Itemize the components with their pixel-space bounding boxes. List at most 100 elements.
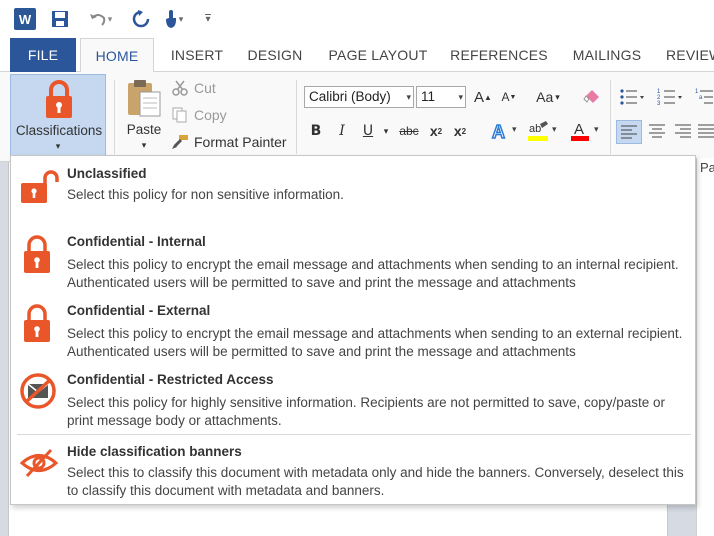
ribbon-separator [296, 80, 297, 154]
touch-mode-icon[interactable]: ▾ [158, 8, 188, 30]
paste-button[interactable]: Paste ▾ [122, 76, 166, 156]
change-case-button[interactable]: Aa ▾ [530, 86, 566, 108]
menu-item-title: Hide classification banners [67, 444, 242, 459]
italic-button[interactable]: I [332, 120, 352, 142]
tab-review[interactable]: REVIEW [666, 38, 714, 72]
menu-item-description: Select this policy to encrypt the email … [67, 257, 679, 290]
svg-text:3: 3 [657, 101, 661, 106]
shrink-font-label: A [501, 90, 510, 104]
locked-padlock-icon [23, 234, 51, 281]
change-case-label: Aa [536, 89, 554, 105]
ribbon-separator [610, 80, 611, 154]
cut-label: Cut [194, 80, 216, 96]
menu-item-description: Select this to classify this document wi… [67, 465, 684, 498]
font-color-dropdown-icon[interactable]: ▾ [594, 124, 599, 135]
multilevel-list-icon[interactable]: 1a [694, 86, 714, 108]
strikethrough-button[interactable]: abc [396, 120, 422, 142]
svg-text:A: A [492, 122, 505, 141]
tab-insert[interactable]: INSERT [162, 38, 232, 72]
grow-font-button[interactable]: A ▲ [472, 86, 494, 108]
menu-item-title: Confidential - External [67, 303, 211, 318]
menu-item-description: Select this policy to encrypt the email … [67, 326, 683, 359]
text-effects-icon[interactable]: A [488, 120, 512, 142]
svg-text:A: A [574, 121, 584, 138]
paste-label: Paste [126, 122, 162, 137]
menu-item-title: Unclassified [67, 166, 147, 181]
font-size-dropdown-icon[interactable]: ▾ [458, 87, 463, 107]
menu-item-title: Confidential - Restricted Access [67, 372, 274, 387]
tab-home[interactable]: HOME [80, 38, 154, 73]
tab-design[interactable]: DESIGN [240, 38, 310, 72]
clear-formatting-icon[interactable] [580, 86, 604, 108]
customize-toolbar-icon[interactable]: ▾ [200, 8, 216, 30]
numbering-icon[interactable]: 123 [656, 86, 684, 108]
shrink-font-button[interactable]: A ▼ [498, 86, 520, 108]
redo-icon[interactable] [130, 8, 152, 30]
cut-button[interactable]: Cut [170, 76, 216, 100]
svg-text:ab: ab [529, 123, 541, 135]
classifications-menu: Unclassified Select this policy for non … [10, 155, 696, 505]
menu-item-description: Select this policy for non sensitive inf… [67, 187, 344, 202]
align-right-icon[interactable] [672, 120, 694, 142]
highlight-color-icon[interactable]: ab [524, 120, 552, 142]
restricted-envelope-icon [19, 372, 57, 415]
bold-button[interactable]: B [306, 120, 326, 142]
padlock-icon [45, 79, 73, 124]
side-pane-tab[interactable]: Pa [700, 160, 714, 182]
ribbon-separator [114, 80, 115, 154]
word-logo-icon: W [14, 8, 36, 30]
underline-button[interactable]: U [358, 120, 378, 142]
highlight-dropdown-icon[interactable]: ▾ [552, 124, 557, 135]
font-name-box[interactable]: Calibri (Body) ▾ [304, 86, 414, 108]
menu-item-description: Select this policy for highly sensitive … [67, 395, 666, 428]
copy-label: Copy [194, 107, 227, 123]
menu-item-title: Confidential - Internal [67, 234, 206, 249]
underline-dropdown-icon[interactable]: ▾ [380, 120, 392, 142]
ribbon-home: Classifications ▾ Paste ▾ Cut Copy Forma… [0, 72, 714, 162]
hidden-eye-icon [19, 448, 59, 483]
font-name-dropdown-icon[interactable]: ▾ [406, 87, 411, 107]
font-size-box[interactable]: 11 ▾ [416, 86, 466, 108]
menu-item-hide-banners[interactable]: Hide classification banners Select this … [11, 440, 697, 500]
tab-references[interactable]: REFERENCES [448, 38, 550, 72]
format-painter-label: Format Painter [194, 134, 287, 150]
copy-button[interactable]: Copy [170, 103, 227, 127]
tab-file[interactable]: FILE [10, 38, 76, 72]
undo-icon[interactable]: ▾ [84, 8, 116, 30]
font-color-icon[interactable]: A [566, 120, 594, 142]
unlocked-padlock-icon [19, 170, 59, 209]
menu-item-confidential-external[interactable]: Confidential - External Select this poli… [11, 299, 697, 359]
undo-dropdown-icon[interactable]: ▾ [108, 14, 113, 25]
font-size-value: 11 [421, 89, 436, 104]
clipboard-icon [126, 78, 162, 123]
grow-font-label: A [474, 88, 485, 106]
classifications-button[interactable]: Classifications ▾ [10, 74, 106, 156]
copy-icon [170, 107, 190, 123]
locked-padlock-icon [23, 303, 51, 350]
scissors-icon [170, 80, 190, 96]
classifications-label: Classifications [15, 123, 103, 138]
tab-mailings[interactable]: MAILINGS [562, 38, 652, 72]
superscript-button[interactable]: x2 [450, 120, 470, 142]
format-painter-button[interactable]: Format Painter [170, 130, 287, 154]
side-pane [696, 158, 714, 536]
align-left-icon[interactable] [616, 120, 642, 144]
align-center-icon[interactable] [646, 120, 668, 142]
touch-dropdown-icon[interactable]: ▾ [179, 14, 184, 25]
menu-item-confidential-internal[interactable]: Confidential - Internal Select this poli… [11, 230, 697, 290]
menu-separator [17, 434, 691, 435]
justify-icon[interactable] [698, 120, 714, 142]
font-name-value: Calibri (Body) [309, 89, 391, 104]
menu-item-unclassified[interactable]: Unclassified Select this policy for non … [11, 162, 697, 218]
paintbrush-icon [170, 134, 190, 150]
tab-page-layout[interactable]: PAGE LAYOUT [322, 38, 434, 72]
classifications-dropdown-icon: ▾ [55, 141, 61, 151]
paste-dropdown-icon: ▾ [141, 140, 147, 150]
menu-item-restricted-access[interactable]: Confidential - Restricted Access Select … [11, 368, 697, 428]
save-icon[interactable] [50, 8, 70, 30]
ribbon-tabs: FILE HOME INSERT DESIGN PAGE LAYOUT REFE… [0, 38, 714, 73]
bullets-icon[interactable] [618, 86, 646, 108]
subscript-button[interactable]: x2 [426, 120, 446, 142]
svg-text:a: a [699, 95, 703, 101]
text-effects-dropdown-icon[interactable]: ▾ [512, 124, 517, 135]
